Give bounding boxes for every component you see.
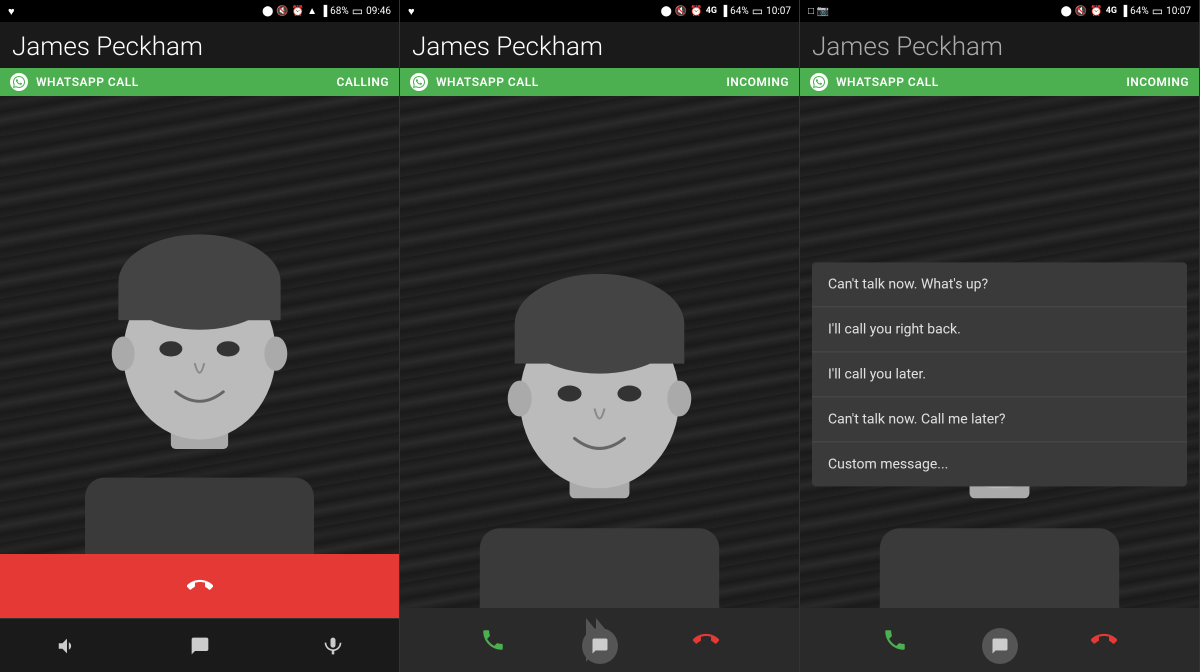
time-1: 09:46 [366, 6, 391, 17]
message-icon-1 [190, 636, 210, 656]
nav-bar-1 [0, 618, 399, 672]
status-bar-right-2: ⬤ 🔇 ⏰ 4G ▐ 64% ▭ 10:07 [661, 4, 791, 18]
answer-button-3[interactable] [800, 608, 990, 672]
answer-icon-3 [882, 627, 908, 653]
wifi-icon: ▲ [307, 6, 317, 17]
battery-icon-1: ▭ [352, 4, 363, 18]
quick-reply-menu: Can't talk now. What's up? I'll call you… [812, 262, 1187, 486]
status-bar-1: ♥ ⬤ 🔇 ⏰ ▲ ▐ 68% ▭ 09:46 [0, 0, 399, 22]
status-bar-left-3: □ 📷 [808, 6, 829, 17]
call-bar-left-3: WHATSAPP CALL [810, 73, 939, 91]
4g-text-3: 4G [1106, 6, 1117, 16]
whatsapp-status-icon: ♥ [8, 5, 15, 18]
status-bar-2: ♥ ⬤ 🔇 ⏰ 4G ▐ 64% ▭ 10:07 [400, 0, 799, 22]
screen-quickreply: □ 📷 ⬤ 🔇 ⏰ 4G ▐ 64% ▭ 10:07 James Peckham… [800, 0, 1200, 672]
battery-icon-3: ▭ [1152, 4, 1163, 18]
time-3: 10:07 [1166, 6, 1191, 17]
battery-text-2: 64% [730, 6, 749, 17]
mic-icon-1 [323, 636, 343, 656]
call-bar-2: WHATSAPP CALL INCOMING [400, 68, 799, 96]
mute-icon-3: 🔇 [1075, 6, 1087, 17]
quick-reply-item-4[interactable]: Can't talk now. Call me later? [812, 397, 1187, 442]
answer-icon-2 [480, 627, 506, 653]
signal-icon-3: ▐ [1120, 6, 1127, 17]
call-bar-status-2: INCOMING [726, 75, 789, 89]
photo-area-1 [0, 96, 399, 554]
mute-icon-2: 🔇 [675, 6, 687, 17]
time-2: 10:07 [766, 6, 791, 17]
contact-name-3: James Peckham [800, 22, 1199, 68]
call-bar-3: WHATSAPP CALL INCOMING [800, 68, 1199, 96]
mute-icon: 🔇 [276, 6, 288, 17]
battery-text-1: 68% [330, 6, 349, 17]
photo-area-2 [400, 96, 799, 608]
speaker-icon-1 [56, 635, 78, 657]
person-photo-1 [0, 96, 399, 554]
decline-icon-2 [693, 627, 719, 653]
alarm-icon-3: ⏰ [1090, 6, 1102, 17]
quick-reply-item-5[interactable]: Custom message... [812, 442, 1187, 486]
contact-name-2: James Peckham [400, 22, 799, 68]
status-bar-right-1: ⬤ 🔇 ⏰ ▲ ▐ 68% ▭ 09:46 [262, 4, 391, 18]
4g-text-2: 4G [706, 6, 717, 16]
message-circle-icon-3 [991, 637, 1009, 655]
message-circle-2[interactable] [582, 628, 618, 664]
decline-button-2[interactable] [614, 608, 800, 672]
alarm-icon-2: ⏰ [690, 6, 702, 17]
whatsapp-icon-3 [810, 73, 828, 91]
quick-reply-item-1[interactable]: Can't talk now. What's up? [812, 262, 1187, 307]
message-circle-3[interactable] [982, 628, 1018, 664]
person-svg-1 [0, 96, 399, 554]
answer-button-2[interactable] [400, 608, 586, 672]
bluetooth-icon-2: ⬤ [661, 6, 672, 17]
alarm-icon: ⏰ [292, 6, 304, 17]
signal-icon: ▐ [320, 6, 327, 17]
person-photo-2 [400, 96, 799, 608]
battery-text-3: 64% [1130, 6, 1149, 17]
call-bar-1: WHATSAPP CALL CALLING [0, 68, 399, 96]
status-bar-left-2: ♥ [408, 5, 415, 18]
screen3-left-icon: □ 📷 [808, 6, 829, 17]
whatsapp-icon-1 [10, 73, 28, 91]
bluetooth-icon-3: ⬤ [1061, 6, 1072, 17]
decline-icon-1 [187, 573, 213, 599]
quick-reply-item-2[interactable]: I'll call you right back. [812, 307, 1187, 352]
call-bar-left-2: WHATSAPP CALL [410, 73, 539, 91]
speaker-button-1[interactable] [47, 626, 87, 666]
bluetooth-icon: ⬤ [262, 6, 273, 17]
call-bar-status-3: INCOMING [1126, 75, 1189, 89]
battery-icon-2: ▭ [752, 4, 763, 18]
action-bar-dual-3 [800, 608, 1199, 672]
mic-button-1[interactable] [313, 626, 353, 666]
quick-reply-item-3[interactable]: I'll call you later. [812, 352, 1187, 397]
call-bar-left-1: WHATSAPP CALL [10, 73, 139, 91]
call-bar-label-2: WHATSAPP CALL [436, 75, 539, 89]
message-circle-icon-2 [591, 637, 609, 655]
person-svg-2 [400, 96, 799, 608]
whatsapp-status-icon-2: ♥ [408, 5, 415, 18]
whatsapp-icon-2 [410, 73, 428, 91]
status-bar-3: □ 📷 ⬤ 🔇 ⏰ 4G ▐ 64% ▭ 10:07 [800, 0, 1199, 22]
action-bar-dual-2 [400, 608, 799, 672]
screen-incoming: ♥ ⬤ 🔇 ⏰ 4G ▐ 64% ▭ 10:07 James Peckham W… [400, 0, 800, 672]
photo-area-3: Can't talk now. What's up? I'll call you… [800, 96, 1199, 608]
call-bar-status-1: CALLING [337, 75, 389, 89]
call-bar-label-1: WHATSAPP CALL [36, 75, 139, 89]
decline-icon-3 [1091, 627, 1117, 653]
message-button-1[interactable] [180, 626, 220, 666]
status-bar-left-1: ♥ [8, 5, 15, 18]
signal-icon-2: ▐ [720, 6, 727, 17]
call-bar-label-3: WHATSAPP CALL [836, 75, 939, 89]
contact-name-1: James Peckham [0, 22, 399, 68]
decline-bar-1[interactable] [0, 554, 399, 618]
screen-calling: ♥ ⬤ 🔇 ⏰ ▲ ▐ 68% ▭ 09:46 James Peckham WH… [0, 0, 400, 672]
decline-button-3[interactable] [1010, 608, 1200, 672]
status-bar-right-3: ⬤ 🔇 ⏰ 4G ▐ 64% ▭ 10:07 [1061, 4, 1191, 18]
